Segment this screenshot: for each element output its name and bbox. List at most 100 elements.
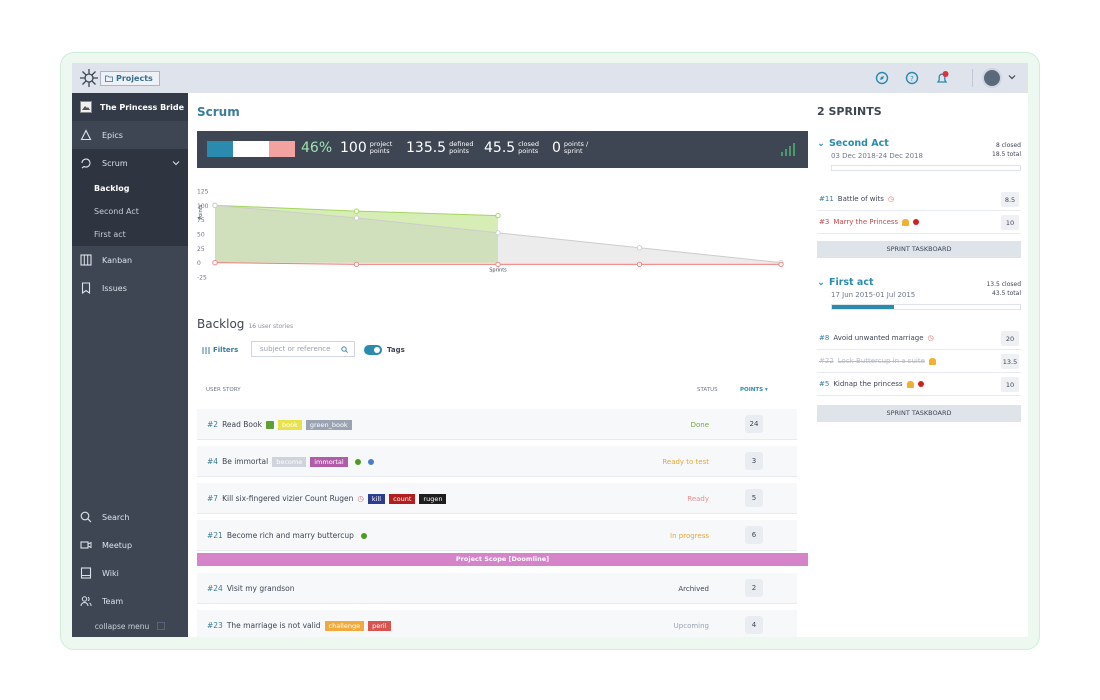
table-row[interactable]: #4 Be immortal become immortal Ready to test… — [197, 446, 797, 477]
story-ref[interactable]: #2 — [207, 420, 218, 429]
taiga-logo-icon[interactable] — [78, 67, 100, 89]
sidebar-item-issues[interactable]: Issues — [72, 274, 188, 302]
story-ref[interactable]: #5 — [819, 380, 829, 388]
backlog-title: Backlog 16 user stories — [197, 317, 293, 331]
table-row[interactable]: #23 The marriage is not valid challenge per… — [197, 610, 797, 637]
discover-icon[interactable] — [874, 70, 890, 86]
tag[interactable]: become — [272, 456, 307, 467]
col-points[interactable]: Points ▾ — [740, 387, 768, 393]
story-title[interactable]: Battle of wits — [838, 195, 884, 203]
tag[interactable]: rugen — [419, 493, 447, 504]
story-title[interactable]: Kill six-fingered vizier Count Rugen — [222, 494, 353, 503]
sidebar-item-team[interactable]: Team — [72, 587, 188, 615]
sidebar-bottom: Search Meetup Wiki Team collapse menu — [72, 503, 188, 637]
story-ref[interactable]: #8 — [819, 334, 829, 342]
story-points[interactable]: 13.5 — [1001, 354, 1019, 369]
chevron-down-icon[interactable]: ⌄ — [817, 277, 825, 288]
story-points[interactable]: 6 — [745, 526, 763, 544]
story-ref[interactable]: #4 — [207, 457, 218, 466]
sprint-name[interactable]: ⌄ Second Act — [817, 138, 889, 149]
table-row[interactable]: #24 Visit my grandson Archived 2 — [197, 573, 797, 604]
story-ref[interactable]: #21 — [207, 531, 223, 540]
story-status[interactable]: Ready to test — [662, 458, 709, 466]
sidebar-sub-second-act[interactable]: Second Act — [72, 200, 188, 223]
sidebar-item-wiki[interactable]: Wiki — [72, 559, 188, 587]
sidebar-sub-backlog[interactable]: Backlog — [72, 177, 188, 200]
tag[interactable]: challenge — [324, 620, 365, 631]
story-cell: #21 Become rich and marry buttercup — [207, 520, 367, 551]
story-ref[interactable]: #22 — [819, 357, 834, 365]
story-ref[interactable]: #3 — [819, 218, 829, 226]
tag[interactable]: peril — [368, 620, 391, 631]
search-input[interactable]: subject or reference — [251, 341, 355, 357]
table-row[interactable]: #7 Kill six-fingered vizier Count Rugen ◷ k… — [197, 483, 797, 514]
projects-button[interactable]: Projects — [100, 71, 160, 86]
story-points[interactable]: 20 — [1001, 331, 1019, 346]
story-points[interactable]: 24 — [745, 415, 763, 433]
story-status[interactable]: Ready — [687, 495, 709, 503]
story-points[interactable]: 2 — [745, 579, 763, 597]
story-points[interactable]: 10 — [1001, 215, 1019, 230]
story-ref[interactable]: #11 — [819, 195, 834, 203]
data-point — [495, 213, 501, 219]
help-icon[interactable]: ? — [904, 70, 920, 86]
sprint-story-row[interactable]: #3 Marry the Princess 10 — [817, 211, 1021, 234]
tags-toggle[interactable] — [364, 345, 382, 355]
sidebar-item-kanban[interactable]: Kanban — [72, 246, 188, 274]
sprint-story-row[interactable]: #22 Lock Buttercup in a suite 13.5 — [817, 350, 1021, 373]
chevron-down-icon[interactable]: ⌄ — [817, 138, 825, 149]
story-title[interactable]: Marry the Princess — [833, 218, 898, 226]
user-avatar[interactable] — [982, 68, 1002, 88]
story-title[interactable]: Lock Buttercup in a suite — [838, 357, 925, 365]
sprint-taskboard-button[interactable]: SPRINT TASKBOARD — [817, 405, 1021, 422]
story-points[interactable]: 5 — [745, 489, 763, 507]
tag[interactable]: book — [277, 419, 302, 430]
sidebar-sub-first-act[interactable]: First act — [72, 223, 188, 246]
sprint-story-row[interactable]: #11 Battle of wits ◷ 8.5 — [817, 188, 1021, 211]
sidebar-item-epics[interactable]: Epics — [72, 121, 188, 149]
story-status[interactable]: In progress — [670, 532, 709, 540]
sprint-story-row[interactable]: #8 Avoid unwanted marriage ◷ 20 — [817, 327, 1021, 350]
sprint-taskboard-button[interactable]: SPRINT TASKBOARD — [817, 241, 1021, 258]
sprint-name[interactable]: ⌄ First act — [817, 277, 874, 288]
col-status[interactable]: Status — [697, 387, 718, 393]
stat-label: points / sprint — [563, 140, 589, 155]
story-status[interactable]: Done — [691, 421, 709, 429]
tag[interactable]: immortal — [310, 456, 348, 467]
story-ref[interactable]: #24 — [207, 584, 223, 593]
sidebar-project[interactable]: The Princess Bride — [72, 93, 188, 121]
col-user-story[interactable]: User story — [206, 387, 241, 393]
story-status[interactable]: Upcoming — [674, 622, 709, 630]
story-title[interactable]: Avoid unwanted marriage — [833, 334, 923, 342]
story-status[interactable]: Archived — [678, 585, 709, 593]
table-row[interactable]: #21 Become rich and marry buttercup In pro… — [197, 520, 797, 551]
tag[interactable]: count — [389, 493, 416, 504]
story-points[interactable]: 8.5 — [1001, 192, 1019, 207]
notifications-icon[interactable] — [934, 70, 950, 86]
sidebar-item-search[interactable]: Search — [72, 503, 188, 531]
filters-button[interactable]: Filters — [202, 346, 238, 354]
story-title[interactable]: Kidnap the princess — [833, 380, 902, 388]
story-title[interactable]: Read Book — [222, 420, 262, 429]
collapse-icon — [157, 622, 166, 630]
story-title[interactable]: Visit my grandson — [227, 584, 295, 593]
sprint-story-row[interactable]: #5 Kidnap the princess 10 — [817, 373, 1021, 396]
story-ref[interactable]: #23 — [207, 621, 223, 630]
story-points[interactable]: 3 — [745, 452, 763, 470]
story-title[interactable]: Become rich and marry buttercup — [227, 531, 354, 540]
sidebar-item-scrum[interactable]: Scrum — [72, 149, 188, 177]
sidebar-item-meetup[interactable]: Meetup — [72, 531, 188, 559]
chevron-down-icon[interactable] — [1008, 73, 1016, 81]
story-points[interactable]: 10 — [1001, 377, 1019, 392]
tag[interactable]: kill — [367, 493, 386, 504]
collapse-menu-button[interactable]: collapse menu — [72, 615, 188, 637]
story-points[interactable]: 4 — [745, 616, 763, 634]
story-ref[interactable]: #7 — [207, 494, 218, 503]
tag[interactable]: green_book — [305, 419, 352, 430]
chevron-down-icon[interactable] — [172, 159, 180, 167]
story-title[interactable]: Be immortal — [222, 457, 268, 466]
sprint-closed: 8 closed — [996, 142, 1021, 149]
story-title[interactable]: The marriage is not valid — [227, 621, 321, 630]
table-row[interactable]: #2 Read Book book green_book Done 24 — [197, 409, 797, 440]
sidebar-item-label: Epics — [102, 130, 123, 140]
